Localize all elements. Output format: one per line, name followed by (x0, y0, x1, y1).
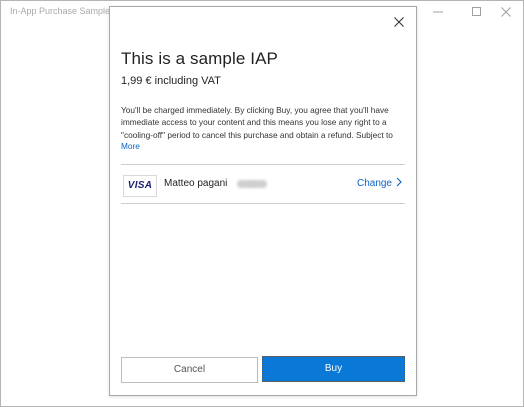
payment-method-row: VISA Matteo pagani Change (121, 164, 405, 204)
window-title: In-App Purchase Sample (10, 6, 111, 16)
close-icon (501, 7, 511, 17)
disclaimer-line: "cooling-off" period to cancel this purc… (121, 129, 393, 140)
minimize-icon (433, 11, 443, 13)
price-text: 1,99 € including VAT (121, 75, 221, 87)
buy-button[interactable]: Buy (262, 356, 405, 382)
disclaimer-line: You'll be charged immediately. By clicki… (121, 105, 389, 115)
dialog-close-button[interactable] (390, 13, 408, 31)
purchase-disclaimer: You'll be charged immediately. By clicki… (121, 104, 407, 141)
close-icon (394, 17, 404, 27)
card-holder-name: Matteo pagani (164, 178, 228, 189)
maximize-icon (472, 7, 481, 16)
chevron-right-icon (396, 177, 402, 187)
cancel-button[interactable]: Cancel (121, 357, 258, 383)
minimize-button[interactable] (421, 1, 455, 23)
close-window-button[interactable] (489, 1, 523, 23)
product-title: This is a sample IAP (121, 49, 278, 68)
change-label: Change (356, 178, 392, 189)
visa-logo-icon: VISA (123, 175, 157, 197)
purchase-dialog: This is a sample IAP 1,99 € including VA… (109, 6, 417, 396)
more-link[interactable]: More (121, 141, 140, 151)
redacted-card-number (237, 180, 267, 188)
disclaimer-line: immediate access to your content and thi… (121, 117, 387, 128)
change-payment-link[interactable]: Change (357, 177, 402, 189)
